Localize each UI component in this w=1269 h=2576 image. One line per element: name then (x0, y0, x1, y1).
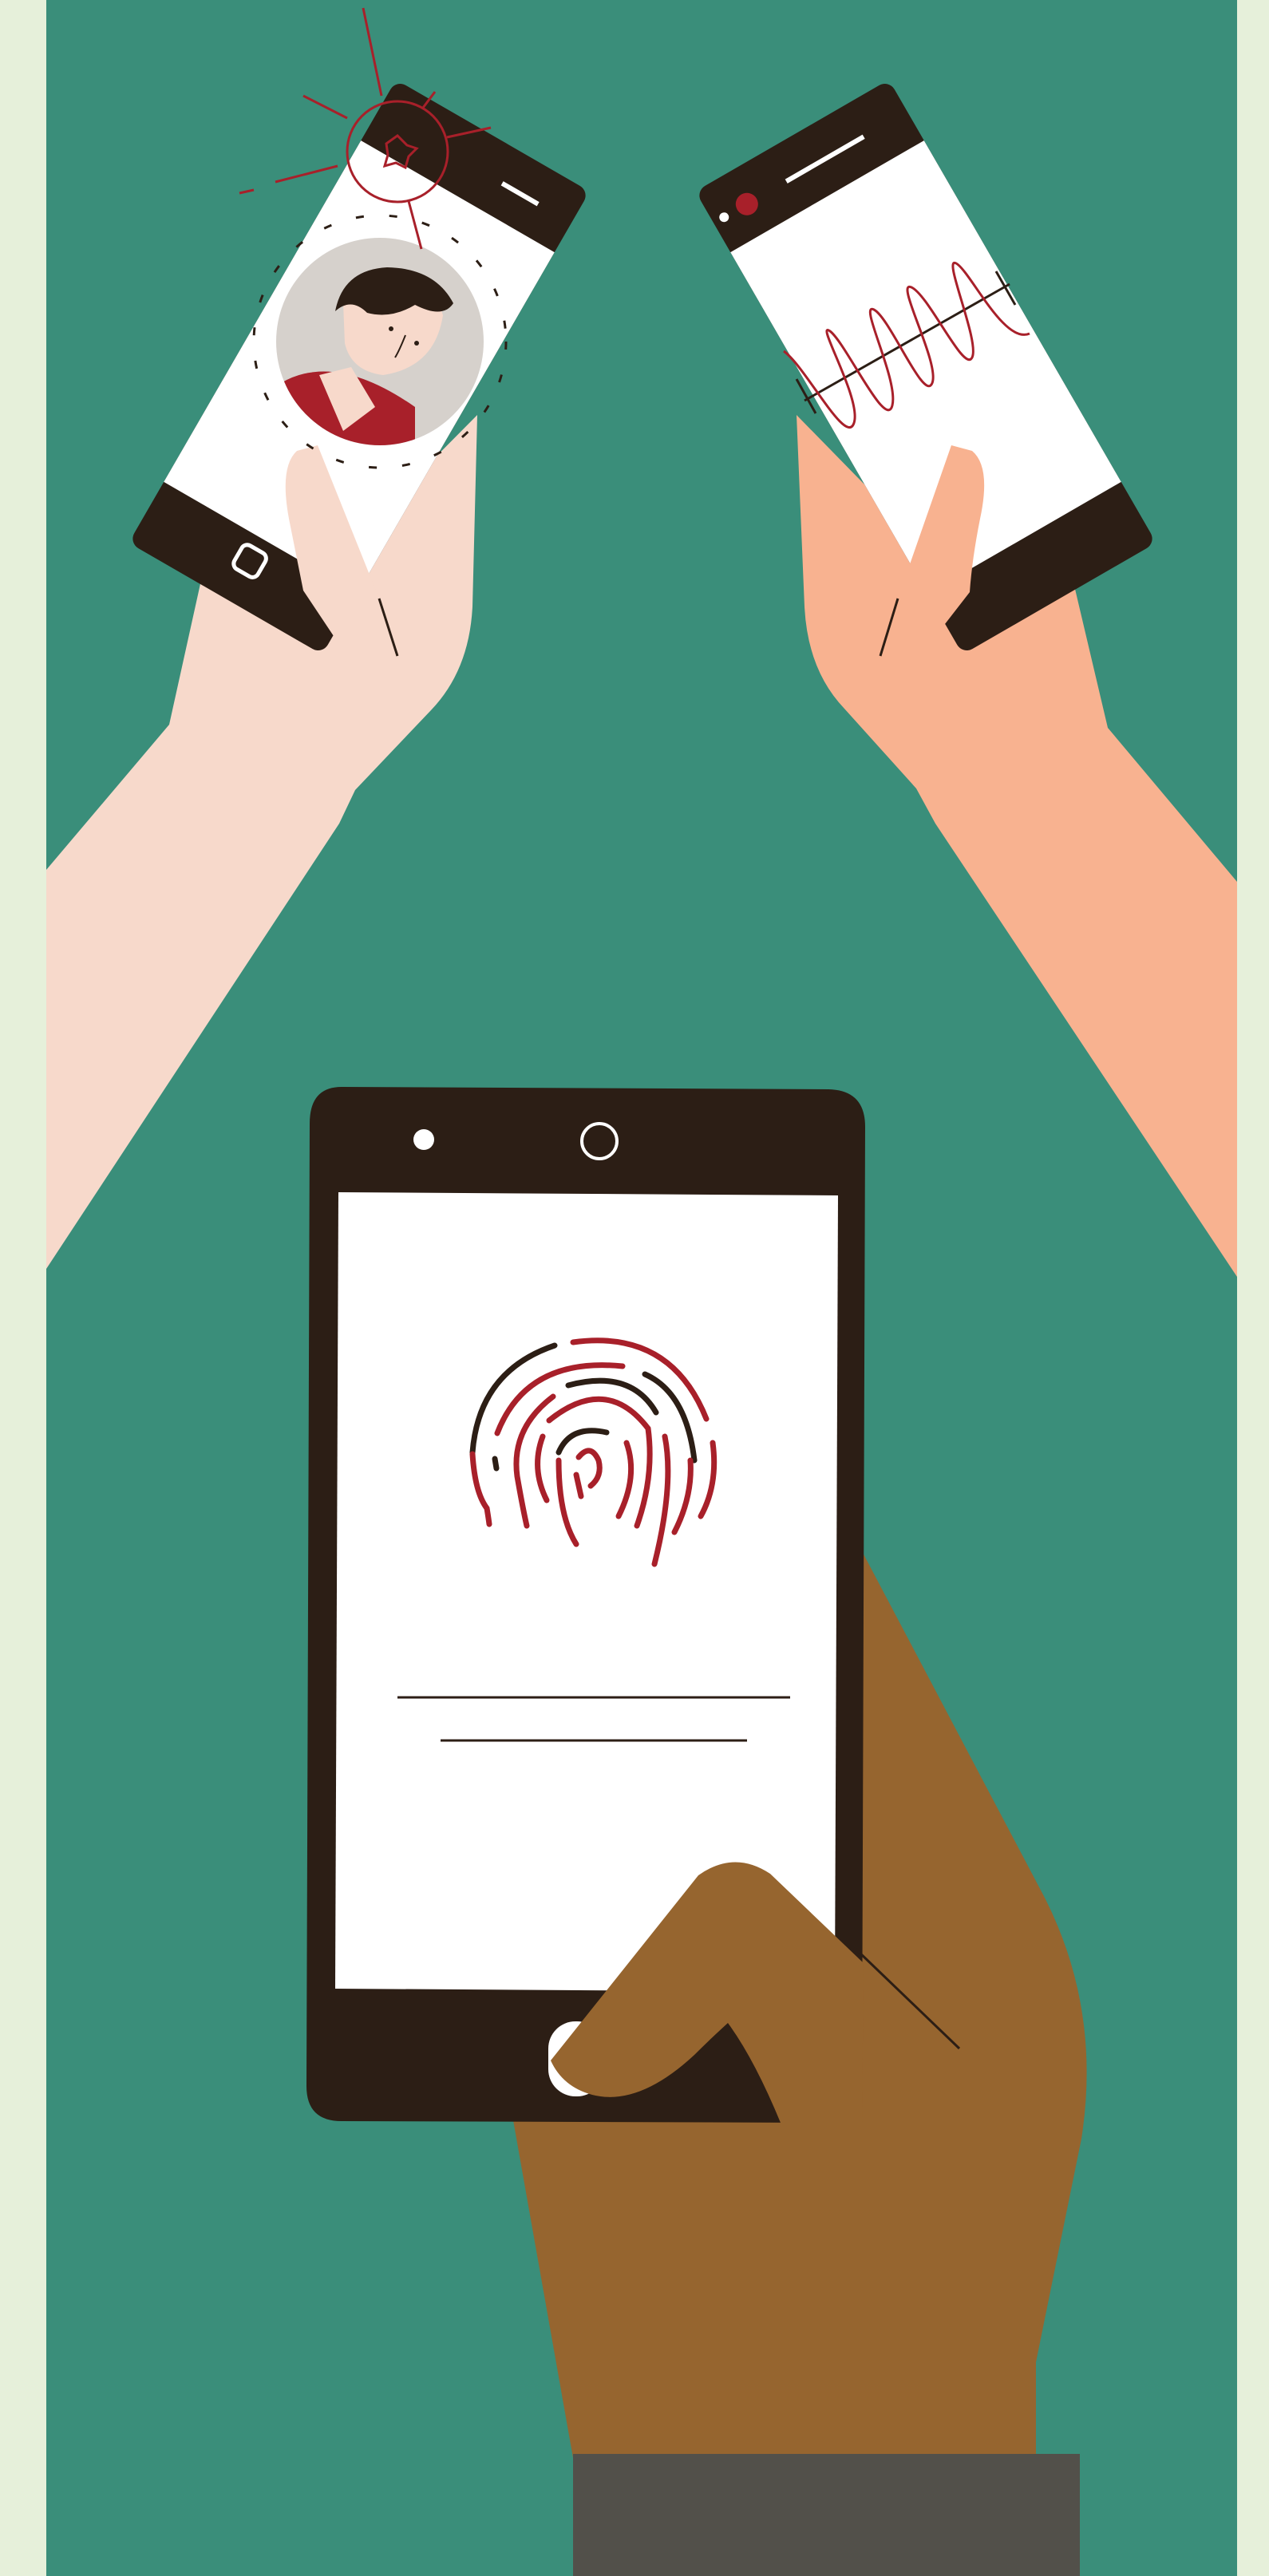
center-sleeve (573, 2454, 1080, 2576)
center-phone-sensor (413, 1129, 434, 1150)
biometric-authentication-illustration (0, 0, 1269, 2576)
